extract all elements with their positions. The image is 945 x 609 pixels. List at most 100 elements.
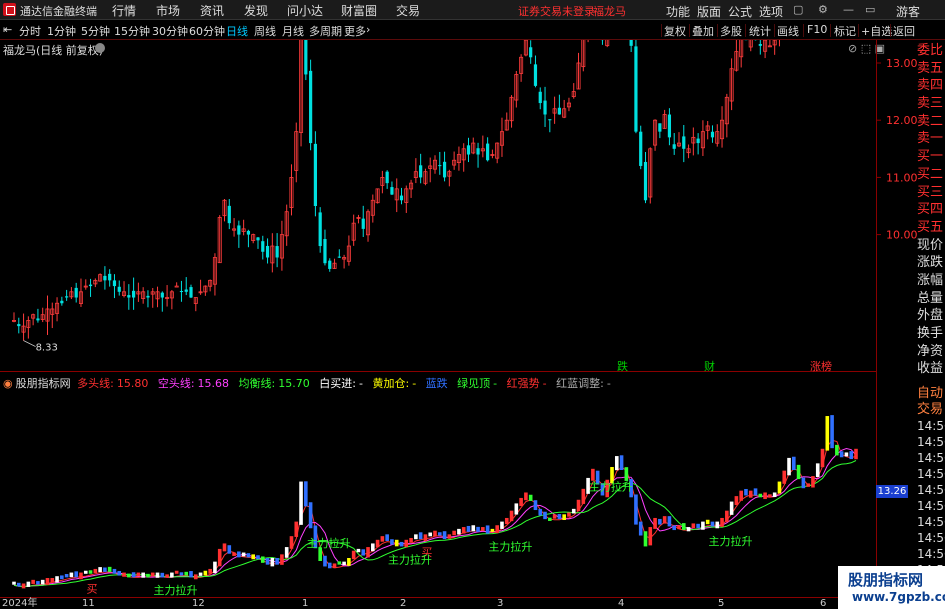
signal-bar [643, 531, 648, 547]
menu-item-markets[interactable]: 市场 [156, 2, 180, 19]
add-watchlist-button[interactable]: +自选 [861, 23, 892, 39]
tab-15min[interactable]: 15分钟 [114, 23, 150, 39]
main-force-label: 主力拉升 [708, 534, 752, 548]
y-tick-label: 10.00 [886, 229, 917, 242]
candle-body [696, 138, 700, 144]
tab-monthly[interactable]: 月线 [282, 23, 304, 39]
signal-bar [428, 532, 433, 537]
signal-bar [768, 494, 772, 498]
signal-bar [792, 456, 796, 470]
tab-30min[interactable]: 30分钟 [152, 23, 188, 39]
candle-body [486, 143, 490, 161]
multi-stock-button[interactable]: 多股 [720, 23, 742, 39]
f10-button[interactable]: F10 [807, 23, 827, 36]
signal-bar [638, 521, 643, 536]
date-axis: 2024年 11 12 1 2 3 4 5 6 [0, 597, 877, 609]
sidebar-toggle-icon[interactable]: ⇤ [3, 23, 12, 36]
login-notice[interactable]: 证券交易未登录 [518, 3, 595, 19]
candlestick-chart[interactable]: 18.0017.0016.0015.0014.0013.0012.0011.00… [0, 40, 917, 371]
date-label: 4 [618, 598, 625, 609]
minimize-icon[interactable]: — [843, 3, 854, 16]
signal-bar [136, 572, 141, 577]
signal-bar [31, 579, 35, 584]
signal-bar [198, 572, 203, 576]
signal-bar [552, 514, 557, 519]
tab-weekly[interactable]: 周线 [254, 23, 276, 39]
restore-icon[interactable]: ▭ [865, 3, 875, 16]
mark-button[interactable]: 标记 [834, 23, 856, 39]
back-button[interactable]: 返回 [893, 23, 915, 39]
low-price-label: 8.33 [36, 343, 58, 354]
signal-bar [69, 572, 74, 578]
auto-trade-tab[interactable]: 自动 [917, 386, 945, 402]
date-label: 12 [192, 598, 205, 609]
menu-item-trade[interactable]: 交易 [396, 2, 420, 19]
signal-bar [476, 526, 480, 532]
signal-bar [12, 581, 16, 585]
overlay-button[interactable]: 叠加 [692, 23, 714, 39]
tab-intraday[interactable]: 分时 [19, 23, 41, 39]
candle-body [74, 287, 78, 298]
tab-60min[interactable]: 60分钟 [189, 23, 225, 39]
signal-bar [839, 451, 844, 458]
draw-line-button[interactable]: 画线 [777, 23, 799, 39]
watermark: 股朋指标网 www.7gpzb.com [838, 566, 945, 609]
menu-item-market[interactable]: 行情 [112, 2, 136, 19]
date-label: 5 [718, 598, 725, 609]
candle-body [256, 237, 260, 241]
signal-bar [409, 537, 413, 543]
signal-bar [562, 514, 566, 521]
menu-item-options[interactable]: 选项 [759, 3, 783, 20]
signal-bar [26, 581, 31, 587]
candle-body [275, 246, 279, 258]
signal-bar [394, 539, 399, 547]
tab-more[interactable]: 更多 [344, 23, 366, 39]
maximize-view-icon[interactable]: ▢ [793, 3, 803, 16]
signal-bar [414, 534, 418, 540]
candle-body [108, 273, 112, 281]
signal-bar [696, 523, 700, 529]
quote-label-volume: 总量 [917, 290, 944, 306]
quote-label-bid-ratio[interactable]: 委比 [917, 42, 945, 60]
tab-1min[interactable]: 1分钟 [47, 23, 76, 39]
statistics-button[interactable]: 统计 [749, 23, 771, 39]
settings-icon[interactable]: ⚙ [818, 3, 828, 16]
menu-item-layout[interactable]: 版面 [697, 3, 721, 20]
bull-line [13, 439, 857, 587]
signal-bar [375, 539, 380, 548]
signal-bar [624, 467, 629, 481]
guest-user[interactable]: 游客 [896, 3, 920, 20]
signal-bar [815, 463, 820, 478]
candle-body [174, 285, 179, 288]
signal-bar [524, 492, 528, 501]
candle-body [385, 171, 389, 184]
watermark-url: www.7gpzb.com [852, 590, 945, 604]
chevron-right-icon[interactable]: › [366, 23, 370, 36]
signal-bar [64, 573, 69, 578]
signal-bar [217, 548, 222, 567]
menu-item-wealth[interactable]: 财富圈 [341, 2, 377, 19]
signal-bar [423, 534, 428, 542]
signal-bar [504, 517, 509, 525]
candle-body [127, 295, 131, 298]
candle-body [65, 296, 69, 298]
tab-multi-period[interactable]: 多周期 [309, 23, 342, 39]
candle-body [117, 286, 121, 292]
signal-bar [509, 510, 514, 522]
trade-tab[interactable]: 交易 [917, 402, 945, 418]
indicator-chart[interactable]: 18.0016.0014.0012.0010.00买买主力拉升主力拉升主力拉升主… [0, 388, 877, 597]
tab-daily[interactable]: 日线 [226, 23, 248, 39]
menu-item-formula[interactable]: 公式 [728, 3, 752, 20]
signal-bar [820, 448, 825, 468]
menu-item-ask[interactable]: 问小达 [287, 2, 323, 19]
adjust-button[interactable]: 复权 [664, 23, 686, 39]
menu-item-function[interactable]: 功能 [666, 3, 690, 20]
menu-item-news[interactable]: 资讯 [200, 2, 224, 19]
tick-time: 14:56 [917, 419, 945, 433]
notice-stock[interactable]: 福龙马 [593, 3, 626, 19]
tab-5min[interactable]: 5分钟 [81, 23, 110, 39]
signal-bar [55, 576, 59, 583]
signal-bar [739, 490, 743, 501]
menu-item-discover[interactable]: 发现 [244, 2, 268, 19]
signal-bar [844, 452, 849, 457]
